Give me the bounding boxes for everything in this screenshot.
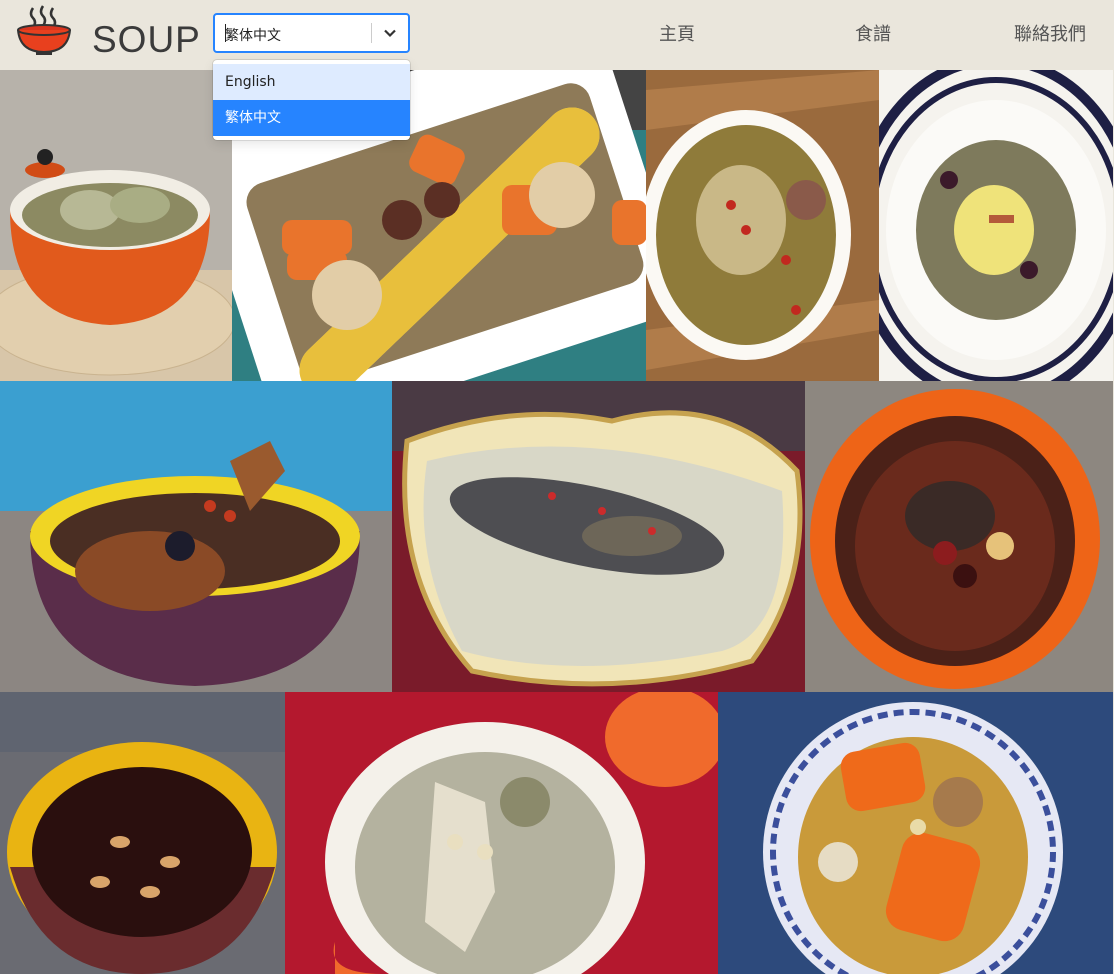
brand-name: SOUP xyxy=(92,19,201,60)
soup-photo-6[interactable] xyxy=(392,381,805,692)
soup-photo-10[interactable] xyxy=(718,692,1113,974)
soup-photo-9[interactable] xyxy=(285,692,718,974)
chevron-down-icon[interactable] xyxy=(380,23,400,43)
soup-photo-1[interactable] xyxy=(0,70,232,381)
language-select-value: 繁体中文 xyxy=(225,28,281,44)
text-caret xyxy=(225,24,226,42)
site-header: SOUP 繁体中文 主頁 食譜 聯絡我們 xyxy=(0,0,1114,70)
soup-photo-8[interactable] xyxy=(0,692,285,974)
soup-bowl-icon xyxy=(17,5,71,55)
language-menu: English 繁体中文 xyxy=(213,60,410,140)
language-select[interactable]: 繁体中文 xyxy=(213,13,410,53)
language-option-traditional-chinese[interactable]: 繁体中文 xyxy=(213,100,410,136)
nav-home-link[interactable]: 主頁 xyxy=(659,20,695,46)
language-option-english[interactable]: English xyxy=(213,64,410,100)
soup-photo-7[interactable] xyxy=(805,381,1113,692)
select-separator xyxy=(371,23,372,43)
soup-photo-3[interactable] xyxy=(646,70,879,381)
nav-contact-link[interactable]: 聯絡我們 xyxy=(1014,20,1086,46)
nav-recipes-link[interactable]: 食譜 xyxy=(855,20,891,46)
soup-photo-4[interactable] xyxy=(879,70,1113,381)
soup-photo-5[interactable] xyxy=(0,381,392,692)
logo[interactable]: SOUP xyxy=(16,4,200,62)
